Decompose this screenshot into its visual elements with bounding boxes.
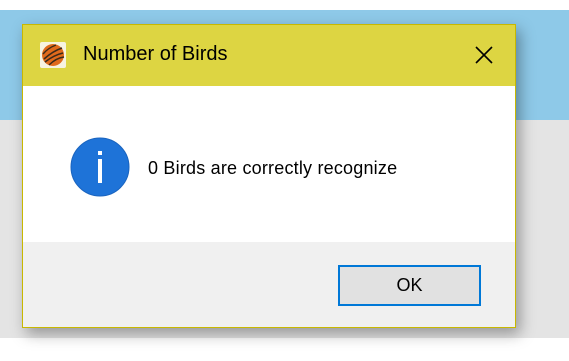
dialog-title: Number of Birds [83, 43, 228, 65]
close-icon [475, 46, 493, 64]
message-dialog: Number of Birds 0 Birds are correctly re… [22, 24, 516, 328]
background-window-strip [0, 338, 569, 361]
dialog-footer: OK [23, 242, 515, 327]
dialog-message: 0 Birds are correctly recognize [148, 158, 398, 178]
dialog-content: 0 Birds are correctly recognize [23, 86, 515, 242]
ok-button-label: OK [341, 268, 478, 303]
ok-button[interactable]: OK [338, 265, 481, 306]
app-logo-icon [40, 42, 66, 68]
info-icon [69, 136, 131, 198]
dialog-titlebar: Number of Birds [23, 25, 515, 86]
close-button[interactable] [465, 37, 503, 73]
